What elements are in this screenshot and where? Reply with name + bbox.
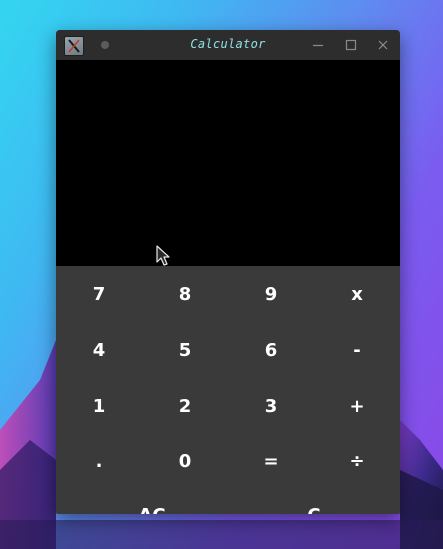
title-bar[interactable]: Calculator [56, 30, 400, 60]
key-divide[interactable]: ÷ [314, 433, 400, 489]
close-icon[interactable] [376, 38, 390, 52]
key-4[interactable]: 4 [56, 322, 142, 378]
minimize-icon[interactable] [311, 38, 325, 52]
key-clear[interactable]: C [228, 487, 400, 515]
mouse-pointer-icon [156, 245, 170, 266]
key-2[interactable]: 2 [142, 378, 228, 434]
maximize-icon[interactable] [344, 38, 358, 52]
key-9[interactable]: 9 [228, 266, 314, 322]
key-8[interactable]: 8 [142, 266, 228, 322]
key-all-clear[interactable]: AC [66, 487, 238, 515]
key-0[interactable]: 0 [142, 433, 228, 489]
key-6[interactable]: 6 [228, 322, 314, 378]
key-1[interactable]: 1 [56, 378, 142, 434]
keypad: 7 8 9 x 4 5 6 - 1 2 3 + . 0 = ÷ AC C [56, 266, 400, 515]
key-subtract[interactable]: - [314, 322, 400, 378]
key-3[interactable]: 3 [228, 378, 314, 434]
key-equals[interactable]: = [228, 433, 314, 489]
key-add[interactable]: + [314, 378, 400, 434]
calculator-display [56, 60, 400, 266]
key-5[interactable]: 5 [142, 322, 228, 378]
key-7[interactable]: 7 [56, 266, 142, 322]
calculator-window: Calculator 7 8 9 x 4 5 6 - 1 2 3 + . 0 =… [56, 30, 400, 514]
key-multiply[interactable]: x [314, 266, 400, 322]
key-decimal[interactable]: . [56, 433, 142, 489]
